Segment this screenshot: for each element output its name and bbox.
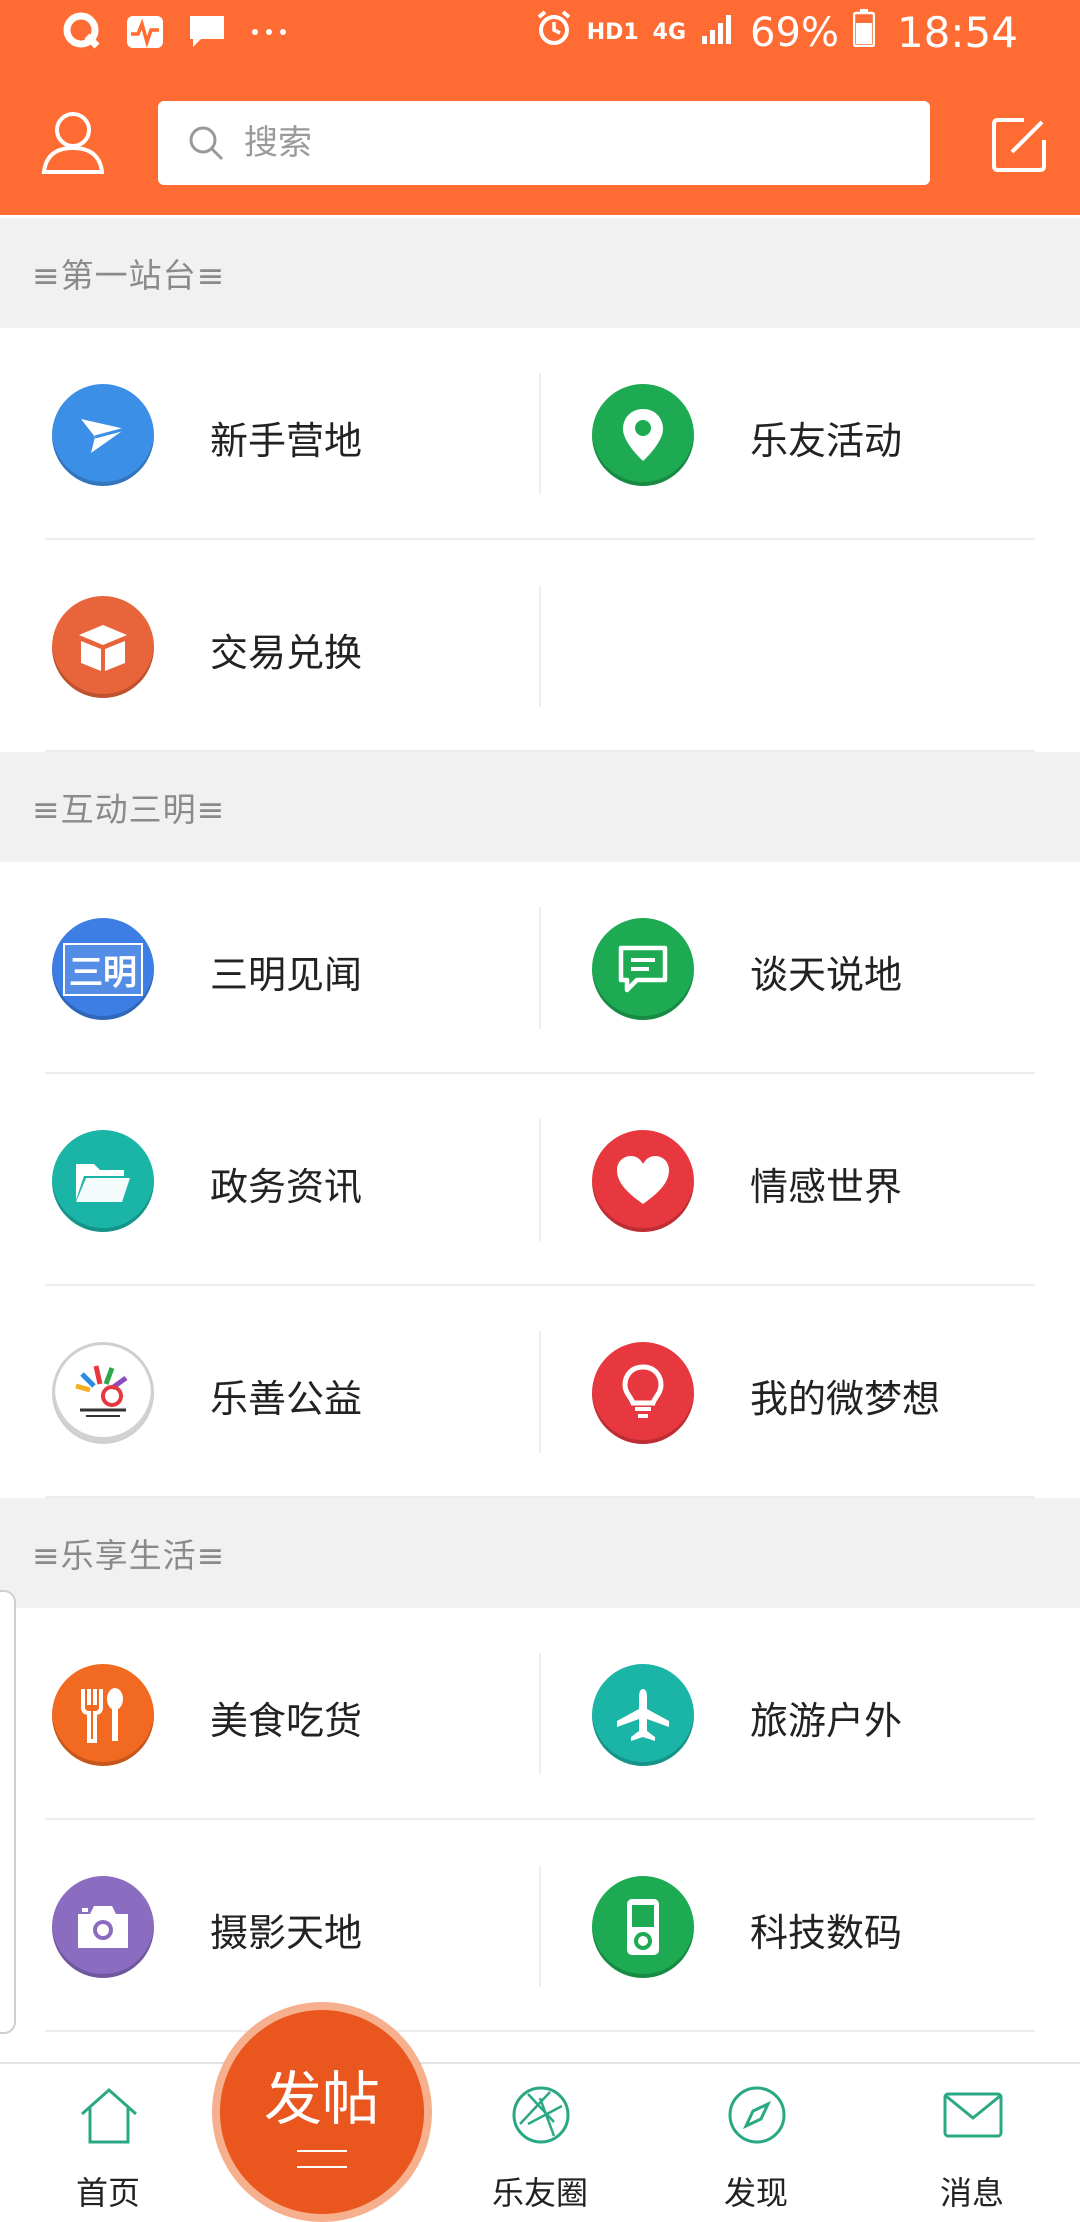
forum-label: 三明见闻 (210, 953, 363, 997)
nav-circle[interactable]: 乐友圈 (460, 2064, 620, 2222)
activity-icon (124, 12, 166, 52)
section-title: ≡乐享生活≡ (32, 1536, 226, 1575)
forum-item-food[interactable]: 美食吃货 (0, 1608, 540, 1820)
airplane-icon (592, 1664, 694, 1766)
forum-item-photography[interactable]: 摄影天地 (0, 1820, 540, 2032)
aperture-icon (512, 2086, 570, 2144)
side-drawer-handle[interactable] (0, 1590, 16, 2034)
search-icon (189, 126, 224, 161)
nav-label: 首页 (75, 2174, 140, 2212)
forum-item-newbie[interactable]: 新手营地 (0, 328, 540, 540)
lightbulb-icon (592, 1342, 694, 1444)
section-header: ≡乐享生活≡ (0, 1498, 1080, 1608)
forum-label: 政务资讯 (210, 1165, 363, 1209)
search-input[interactable] (242, 122, 846, 164)
forum-row: 乐善公益 我的微梦想 (0, 1286, 1080, 1498)
forum-label: 乐友活动 (750, 419, 903, 463)
top-bar: HD1 4G 69% 18:54 (0, 0, 1080, 215)
nav-discover[interactable]: 发现 (676, 2064, 836, 2222)
mp3-player-icon (592, 1876, 694, 1978)
forum-label: 我的微梦想 (750, 1377, 941, 1421)
forum-item-trade[interactable]: 交易兑换 (0, 540, 540, 752)
battery-icon (852, 9, 876, 56)
forum-item-travel[interactable]: 旅游户外 (540, 1608, 1080, 1820)
edit-icon (992, 118, 1046, 172)
search-bar[interactable] (158, 101, 930, 185)
clock: 18:54 (896, 8, 1018, 57)
compose-button[interactable] (990, 114, 1050, 174)
heart-icon (592, 1130, 694, 1232)
mail-icon (943, 2092, 1003, 2138)
forum-item-government[interactable]: 政务资讯 (0, 1074, 540, 1286)
section-header: ≡第一站台≡ (0, 218, 1080, 328)
browser-q-icon (62, 12, 104, 52)
forum-row: 摄影天地 科技数码 (0, 1820, 1080, 2032)
forum-label: 交易兑换 (210, 631, 363, 675)
nav-label: 发现 (723, 2174, 788, 2212)
folder-icon (52, 1130, 154, 1232)
alarm-icon (535, 9, 573, 56)
charity-logo-icon (52, 1342, 154, 1444)
network-type: 4G (652, 20, 687, 45)
forum-label: 新手营地 (210, 419, 363, 463)
forum-label: 谈天说地 (750, 953, 903, 997)
forum-row: 交易兑换 (0, 540, 1080, 752)
location-pin-icon (592, 384, 694, 486)
profile-button[interactable] (38, 108, 108, 178)
post-label: 发帖 (263, 2065, 380, 2133)
signal-icon (700, 11, 736, 55)
forum-row: 政务资讯 情感世界 (0, 1074, 1080, 1286)
forum-label: 情感世界 (750, 1165, 903, 1209)
forum-row: 美食吃货 旅游户外 (0, 1608, 1080, 1820)
message-notification-icon (186, 12, 228, 52)
nav-label: 乐友圈 (491, 2174, 588, 2212)
forum-item-dream[interactable]: 我的微梦想 (540, 1286, 1080, 1498)
forum-item-emotion[interactable]: 情感世界 (540, 1074, 1080, 1286)
battery-percent: 69% (750, 9, 839, 56)
more-notifications-icon (248, 12, 290, 52)
menu-lines-icon (297, 2150, 347, 2168)
hd-indicator: HD1 (586, 20, 639, 45)
camera-icon (52, 1876, 154, 1978)
forum-item-chat[interactable]: 谈天说地 (540, 862, 1080, 1074)
paper-plane-icon (52, 384, 154, 486)
nav-home[interactable]: 首页 (28, 2064, 188, 2222)
section-title: ≡第一站台≡ (32, 256, 226, 295)
open-box-icon (52, 596, 154, 698)
forum-label: 乐善公益 (210, 1377, 363, 1421)
divider (539, 585, 541, 707)
forum-label: 科技数码 (750, 1911, 903, 1955)
bottom-navigation: 首页 乐友圈 发现 消息 (0, 2062, 1080, 2222)
compass-icon (728, 2086, 786, 2144)
forum-item-sanming-news[interactable]: 三明 三明见闻 (0, 862, 540, 1074)
forum-label: 摄影天地 (210, 1911, 363, 1955)
section-title: ≡互动三明≡ (32, 790, 226, 829)
forum-item-charity[interactable]: 乐善公益 (0, 1286, 540, 1498)
nav-label: 消息 (939, 2174, 1004, 2212)
nav-messages[interactable]: 消息 (892, 2064, 1052, 2222)
sanming-logo-icon: 三明 (52, 918, 154, 1020)
sanming-badge: 三明 (63, 942, 143, 996)
user-icon (41, 112, 105, 174)
status-bar: HD1 4G 69% 18:54 (0, 0, 1080, 70)
forum-label: 美食吃货 (210, 1699, 363, 1743)
fork-spoon-icon (52, 1664, 154, 1766)
home-icon (81, 2087, 137, 2144)
section-header: ≡互动三明≡ (0, 752, 1080, 862)
forum-item-tech[interactable]: 科技数码 (540, 1820, 1080, 2032)
post-button[interactable]: 发帖 (220, 2010, 424, 2214)
forum-label: 旅游户外 (750, 1699, 903, 1743)
forum-row: 新手营地 乐友活动 (0, 328, 1080, 540)
forum-item-activities[interactable]: 乐友活动 (540, 328, 1080, 540)
chat-bubble-icon (592, 918, 694, 1020)
row-separator (45, 2030, 1035, 2032)
forum-row: 三明 三明见闻 谈天说地 (0, 862, 1080, 1074)
